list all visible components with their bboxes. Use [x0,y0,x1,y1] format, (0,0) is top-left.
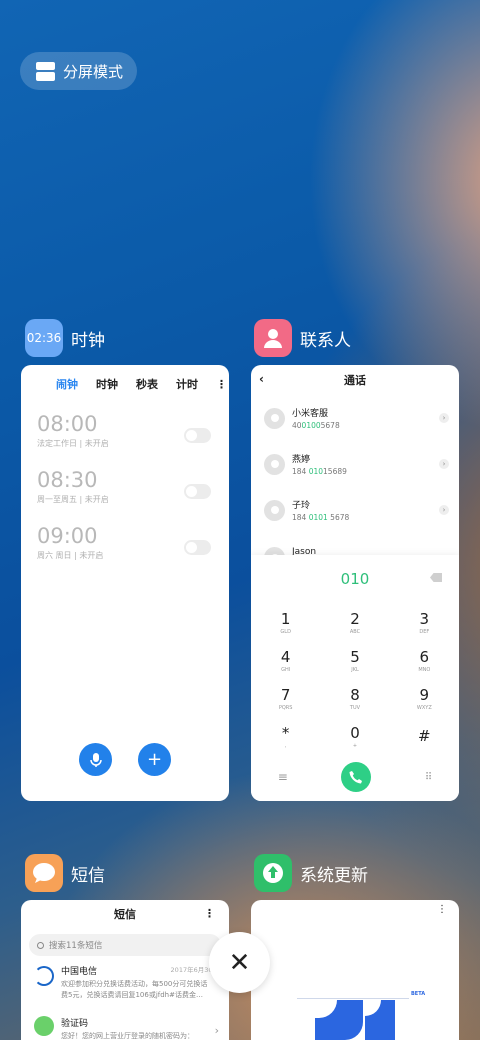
dialer-panel: 010 1 GLD 2 ABC 3 DEF 4 GHI 5 JKL 6 MNO 7 PQRS … [251,555,459,801]
dialpad-toggle-icon[interactable]: ⠿ [425,772,432,783]
search-icon [37,941,44,949]
microphone-icon [89,752,102,767]
backspace-icon[interactable] [430,573,442,582]
alarm-toggle[interactable] [184,484,211,499]
sms-app-icon [25,854,63,892]
menu-icon[interactable]: ≡ [278,770,288,784]
contact-name: 子玲 [292,501,311,511]
dial-key[interactable]: 4 GHI [251,641,320,679]
contacts-app-card[interactable]: ‹ 通话 小米客服 4001005678 › 燕婷 184 01015689 ›… [251,365,459,801]
clock-app-icon: 02:36 [25,319,63,357]
dial-key[interactable]: 7 PQRS [251,679,320,717]
page-title: 短信 [114,908,136,921]
avatar [264,407,285,429]
beta-badge: BETA [411,991,426,997]
close-icon: ✕ [228,947,251,978]
contact-item[interactable]: 子玲 184 0101 5678 › [251,487,459,533]
call-button[interactable] [341,762,372,792]
search-input[interactable]: 搜索11条短信 [29,934,221,956]
alarm-item[interactable]: 08:00 法定工作日 | 未开启 [37,412,229,468]
contact-number: 4001005678 [292,421,340,430]
contact-item[interactable]: 小米客服 4001005678 › [251,395,459,441]
update-app-card[interactable]: ⋮ BETA [251,900,459,1040]
back-arrow-icon[interactable]: ‹ [259,372,264,386]
chevron-right-icon[interactable]: › [439,459,449,469]
clock-app-card[interactable]: 闹钟 时钟 秒表 计时 ⋮ 08:00 法定工作日 | 未开启 08:30 周一… [21,365,229,801]
contact-name: 燕婷 [292,455,311,465]
contact-item[interactable]: 燕婷 184 01015689 › [251,441,459,487]
split-screen-label: 分屏模式 [63,62,124,81]
dial-key[interactable]: 3 DEF [390,603,459,641]
add-alarm-button[interactable]: + [138,743,171,776]
dial-key[interactable]: 6 MNO [390,641,459,679]
more-menu-icon[interactable]: ⋮ [204,907,215,920]
dialpad: 1 GLD 2 ABC 3 DEF 4 GHI 5 JKL 6 MNO 7 PQRS 8 TUV… [251,603,459,755]
more-menu-icon[interactable]: ⋮ [216,378,227,391]
sms-app-card[interactable]: 短信 ⋮ 搜索11条短信 中国电信 欢迎参加积分兑换话费活动，每500分可兑换话… [21,900,229,1040]
dial-key[interactable]: 8 TUV [320,679,389,717]
verification-code-icon [34,1016,54,1036]
split-screen-icon [36,61,55,81]
plus-icon: + [146,749,163,770]
dial-key[interactable]: 0 + [320,717,389,755]
alarm-toggle[interactable] [184,540,211,555]
app-header-clock[interactable]: 02:36 时钟 [25,319,105,357]
dialed-number: 010 [340,570,370,588]
contact-number: 184 0101 5678 [292,513,350,522]
chevron-right-icon[interactable]: › [439,505,449,515]
clock-tabs: 闹钟 时钟 秒表 计时 ⋮ [21,368,229,400]
contact-number: 184 01015689 [292,467,347,476]
alarm-item[interactable]: 09:00 周六 周日 | 未开启 [37,524,229,580]
contact-name: 小米客服 [292,409,329,419]
message-item[interactable]: 中国电信 欢迎参加积分兑换话费活动，每500分可兑换话费5元，兑换话费请回复10… [21,956,229,1008]
dial-key[interactable]: *, [251,717,320,755]
contact-name: Jason [292,547,317,555]
dial-key[interactable]: 1 GLD [251,603,320,641]
message-preview: 您好！您的网上营业厅登录的随机密码为： [61,1032,194,1040]
dial-key[interactable]: 2 ABC [320,603,389,641]
phone-icon [349,771,363,784]
tab-alarm[interactable]: 闹钟 [56,376,78,392]
app-header-sms[interactable]: 短信 [25,854,105,892]
message-sender: 验证码 [61,1019,89,1029]
voice-alarm-button[interactable] [79,743,112,776]
app-title-sms: 短信 [71,865,105,886]
app-title-contacts: 联系人 [300,330,351,351]
message-preview: 欢迎参加积分兑换话费活动，每500分可兑换话费5元，兑换话费请回复106或jfd… [61,980,208,999]
more-menu-icon[interactable]: ⋮ [437,904,447,915]
avatar [264,453,285,475]
tab-timer[interactable]: 计时 [176,376,198,392]
update-app-icon [254,854,292,892]
contacts-app-icon [254,319,292,357]
app-title-update: 系统更新 [300,865,368,886]
split-screen-button[interactable]: 分屏模式 [20,52,137,90]
chevron-right-icon[interactable]: › [215,1024,219,1037]
avatar [264,547,285,555]
tab-clock[interactable]: 时钟 [96,376,118,392]
dial-key[interactable]: 5 JKL [320,641,389,679]
contact-item[interactable]: Jason [251,533,459,555]
tab-stopwatch[interactable]: 秒表 [136,376,158,392]
china-telecom-logo-icon [34,966,54,986]
alarm-item[interactable]: 08:30 周一至周五 | 未开启 [37,468,229,524]
alarm-toggle[interactable] [184,428,211,443]
update-illustration: BETA [297,991,427,1040]
dial-key[interactable]: # [390,717,459,755]
dial-key[interactable]: 9 WXYZ [390,679,459,717]
page-title: 通话 [344,374,366,387]
avatar [264,499,285,521]
app-header-contacts[interactable]: 联系人 [254,319,351,357]
app-title-clock: 时钟 [71,330,105,351]
chevron-right-icon[interactable]: › [439,413,449,423]
contact-list: 小米客服 4001005678 › 燕婷 184 01015689 › 子玲 1… [251,395,459,555]
app-header-update[interactable]: 系统更新 [254,854,368,892]
close-all-button[interactable]: ✕ [209,932,270,993]
message-item[interactable]: 验证码 您好！您的网上营业厅登录的随机密码为： › [21,1008,229,1040]
